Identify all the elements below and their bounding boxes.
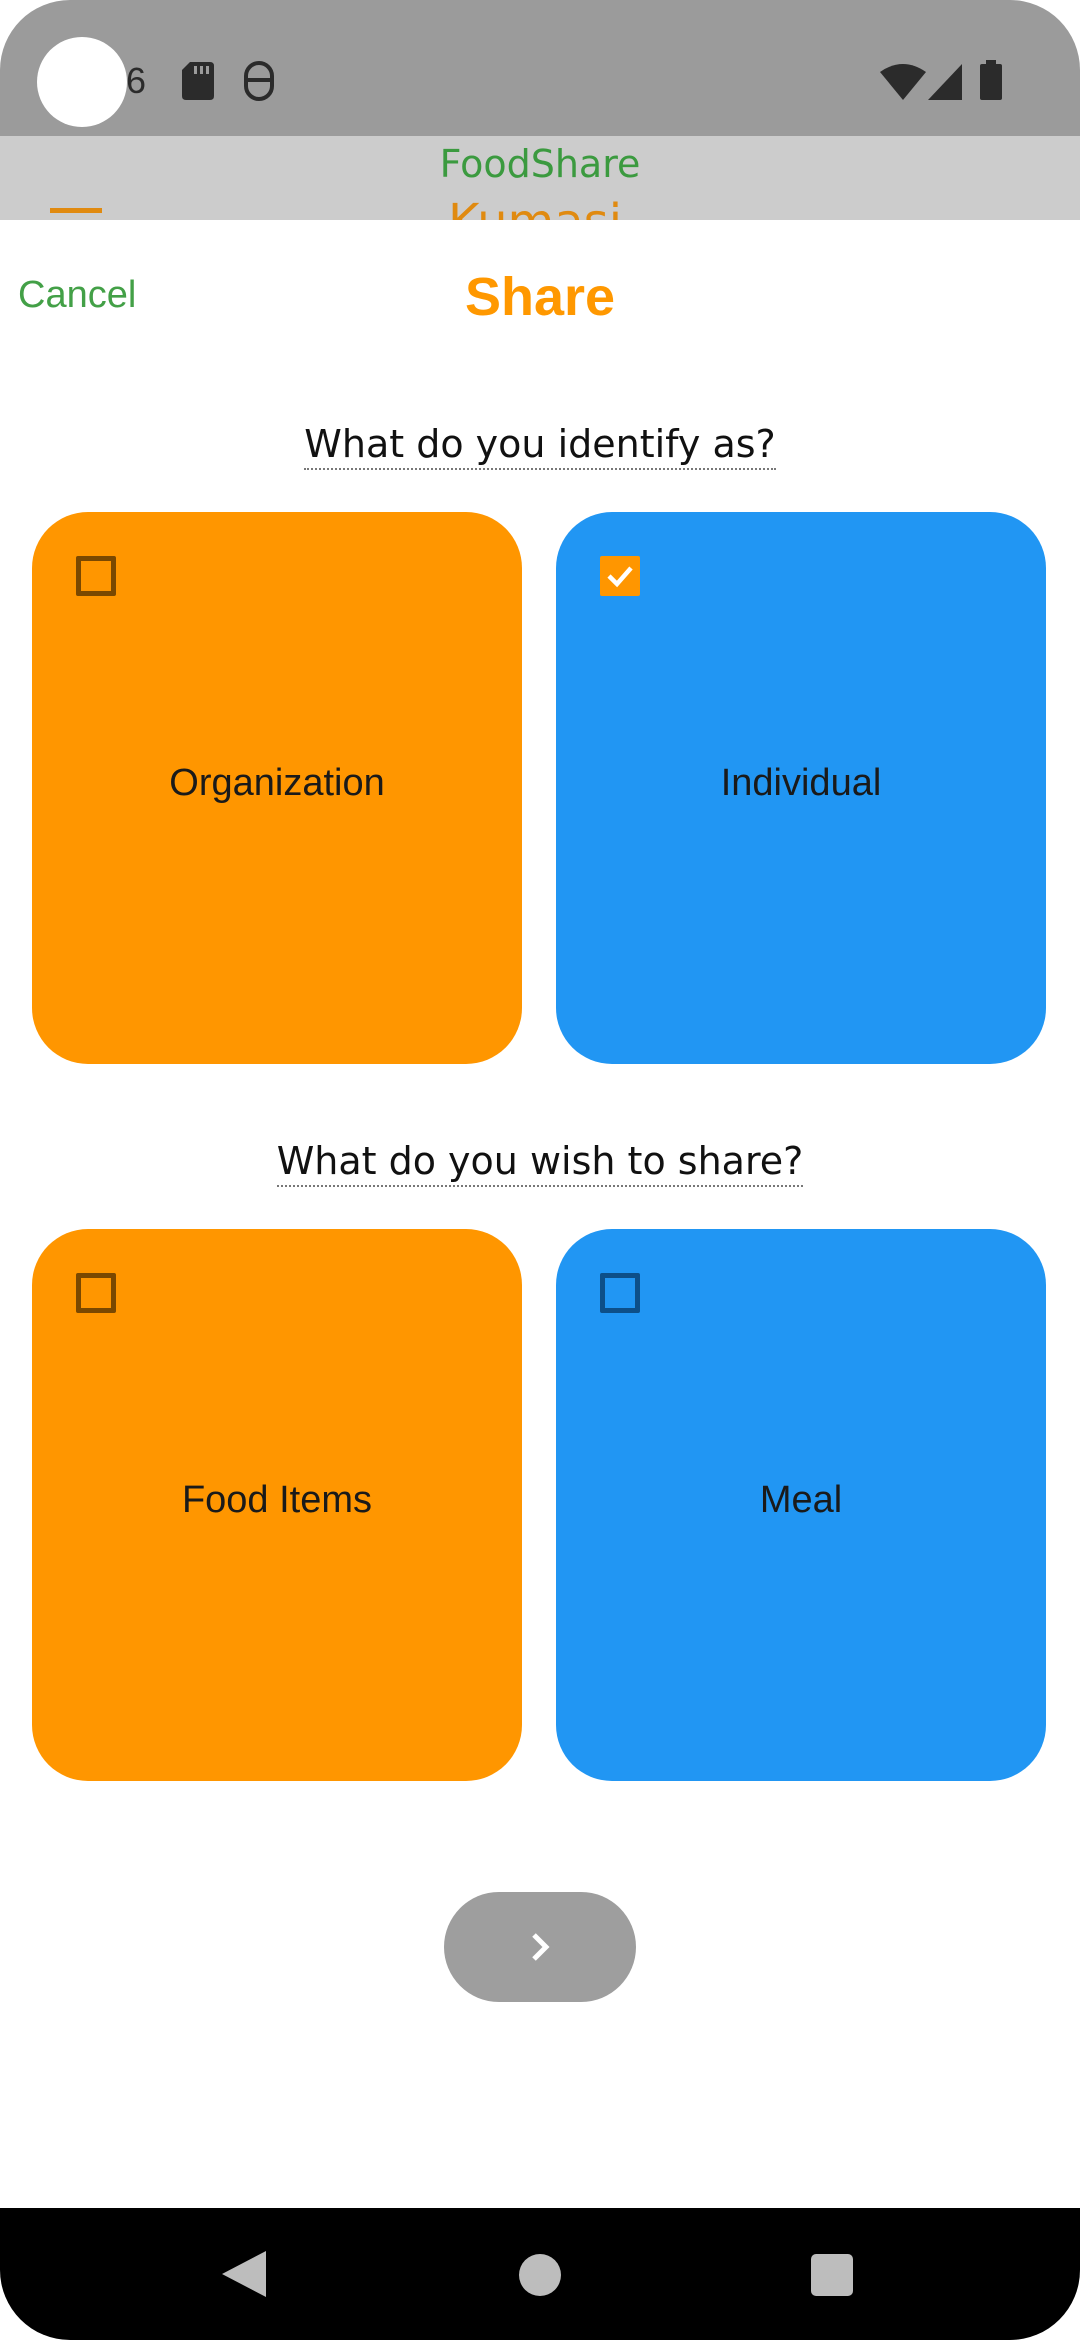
- organization-label: Organization: [169, 762, 385, 804]
- city-selector[interactable]: Kumasi: [448, 194, 622, 220]
- sheet-title: Share: [464, 267, 616, 327]
- food-items-card[interactable]: Food Items: [32, 1229, 522, 1781]
- back-icon[interactable]: [222, 2251, 266, 2297]
- wifi-icon: [880, 64, 926, 100]
- chevron-right-icon: [532, 1933, 550, 1961]
- share-sheet: Cancel Share What do you identify as? Or…: [0, 220, 1080, 2208]
- organization-card[interactable]: Organization: [32, 512, 522, 1064]
- meal-card[interactable]: Meal: [556, 1229, 1046, 1781]
- food-items-checkbox[interactable]: [76, 1273, 116, 1313]
- next-button[interactable]: [444, 1892, 636, 2002]
- signal-icon: [928, 64, 962, 100]
- home-icon[interactable]: [519, 2254, 561, 2296]
- check-icon: [607, 566, 633, 588]
- organization-checkbox[interactable]: [76, 556, 116, 596]
- camera-cutout: [37, 37, 127, 127]
- identity-question: What do you identify as?: [0, 422, 1080, 470]
- assistant-icon: [244, 61, 274, 101]
- sd-card-icon: [182, 62, 214, 100]
- app-title: FoodShare: [439, 142, 641, 186]
- individual-checkbox[interactable]: [600, 556, 640, 596]
- battery-icon: [980, 60, 1002, 100]
- food-items-label: Food Items: [181, 1479, 373, 1521]
- recents-icon[interactable]: [811, 2254, 853, 2296]
- meal-label: Meal: [759, 1479, 843, 1521]
- menu-icon[interactable]: [50, 208, 102, 213]
- individual-card[interactable]: Individual: [556, 512, 1046, 1064]
- status-time: 6: [126, 60, 147, 101]
- app-header: FoodShare Kumasi: [0, 136, 1080, 220]
- share-question-text: What do you wish to share?: [276, 1139, 804, 1187]
- status-bar: 6: [0, 0, 1080, 136]
- individual-label: Individual: [720, 762, 882, 804]
- share-question: What do you wish to share?: [0, 1139, 1080, 1187]
- meal-checkbox[interactable]: [600, 1273, 640, 1313]
- navigation-bar: [0, 2208, 1080, 2340]
- identity-question-text: What do you identify as?: [304, 422, 776, 470]
